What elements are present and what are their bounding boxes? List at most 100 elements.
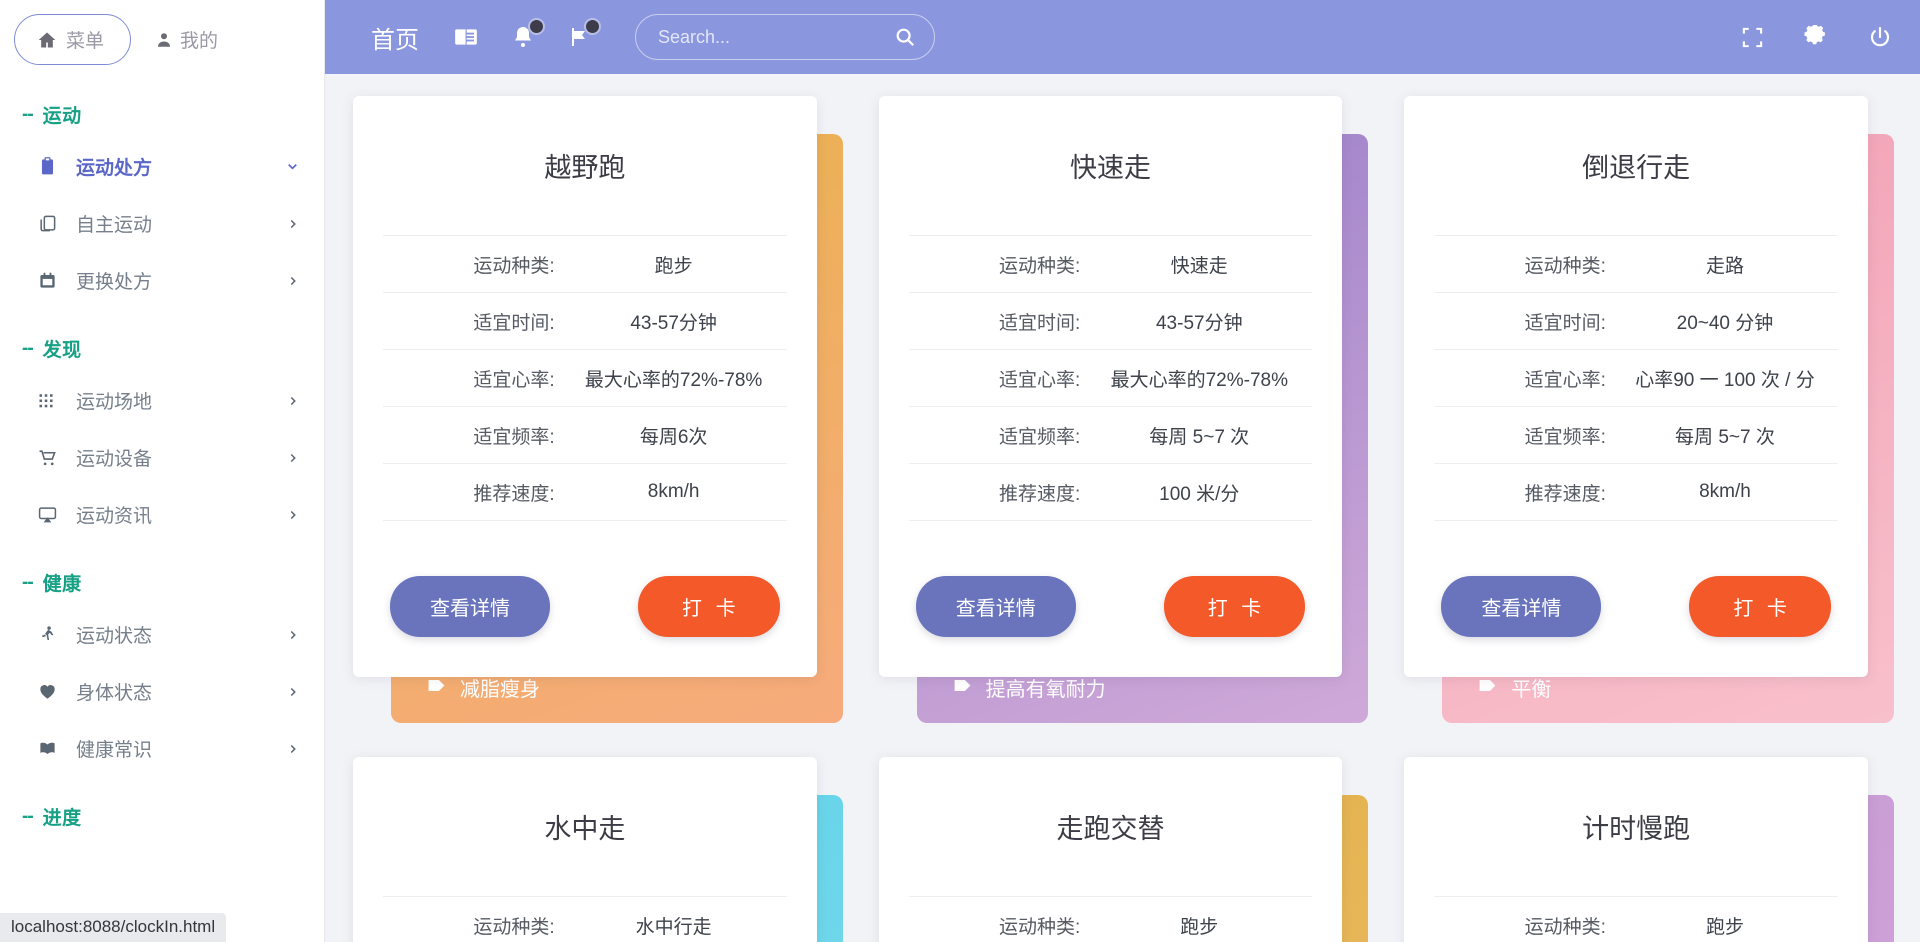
card-wrapper: 水中走 运动种类: 水中行走 bbox=[353, 757, 843, 942]
search-icon[interactable] bbox=[894, 26, 916, 48]
sidebar-item-label: 运动处方 bbox=[76, 153, 285, 180]
row-value: 每周6次 bbox=[561, 422, 787, 449]
card-actions: 查看详情 打 卡 bbox=[383, 521, 787, 677]
prescription-card[interactable]: 走跑交替 运动种类: 跑步 bbox=[879, 757, 1343, 942]
row-value: 20~40 分钟 bbox=[1612, 308, 1838, 335]
card-wrapper: 平衡 倒退行走 运动种类: 走路 适宜时间: 20~40 分钟 bbox=[1404, 96, 1894, 723]
row-value: 快速走 bbox=[1086, 251, 1312, 278]
sidebar-item-更换处方[interactable]: 更换处方 bbox=[0, 252, 324, 309]
sidebar-item-运动处方[interactable]: 运动处方 bbox=[0, 138, 324, 195]
flag-badge bbox=[584, 18, 601, 35]
prescription-card[interactable]: 计时慢跑 运动种类: 跑步 bbox=[1404, 757, 1868, 942]
clock-in-button[interactable]: 打 卡 bbox=[1689, 576, 1831, 637]
sidebar-item-健康常识[interactable]: 健康常识 bbox=[0, 720, 324, 777]
sidebar-item-运动设备[interactable]: 运动设备 bbox=[0, 429, 324, 486]
sidebar-item-label: 自主运动 bbox=[76, 210, 286, 237]
row-value: 43-57分钟 bbox=[561, 308, 787, 335]
sidebar: 菜单 我的 -- 运动 运动处方 bbox=[0, 0, 325, 942]
card-tag-label: 提高有氧耐力 bbox=[986, 673, 1106, 702]
row-label: 推荐速度: bbox=[909, 479, 1087, 506]
sidebar-item-运动资讯[interactable]: 运动资讯 bbox=[0, 486, 324, 543]
sidebar-header: 菜单 我的 bbox=[0, 0, 324, 75]
sidebar-item-label: 身体状态 bbox=[76, 678, 286, 705]
flag-icon[interactable] bbox=[567, 25, 591, 49]
card-title: 越野跑 bbox=[383, 124, 787, 235]
chevron-right-icon bbox=[286, 508, 300, 522]
card-rows: 运动种类: 跑步 适宜时间: 43-57分钟 适宜心率: 最大心率的72%-78… bbox=[383, 235, 787, 521]
panel-icon[interactable] bbox=[453, 24, 479, 50]
power-icon[interactable] bbox=[1868, 25, 1892, 49]
view-detail-button[interactable]: 查看详情 bbox=[916, 576, 1076, 637]
card-tag: 减脂瘦身 bbox=[427, 673, 540, 702]
row-value: 跑步 bbox=[1086, 912, 1312, 939]
card-rows: 运动种类: 走路 适宜时间: 20~40 分钟 适宜心率: 心率90 一 100… bbox=[1434, 235, 1838, 521]
gear-icon[interactable] bbox=[1804, 25, 1828, 49]
row-label: 推荐速度: bbox=[1434, 479, 1612, 506]
prescription-card[interactable]: 快速走 运动种类: 快速走 适宜时间: 43-57分钟 适宜心率: 最大心率的7 bbox=[879, 96, 1343, 677]
card-title: 走跑交替 bbox=[909, 785, 1313, 896]
card-row-heart-rate: 适宜心率: 心率90 一 100 次 / 分 bbox=[1434, 350, 1838, 407]
view-detail-button[interactable]: 查看详情 bbox=[1441, 576, 1601, 637]
app-root: 菜单 我的 -- 运动 运动处方 bbox=[0, 0, 1920, 942]
card-tag-label: 平衡 bbox=[1511, 673, 1551, 702]
sidebar-item-运动状态[interactable]: 运动状态 bbox=[0, 606, 324, 663]
search-box[interactable] bbox=[635, 14, 935, 60]
row-label: 适宜心率: bbox=[383, 365, 561, 392]
sidebar-group-title-progress: -- 进度 bbox=[0, 777, 324, 840]
clock-in-button[interactable]: 打 卡 bbox=[1164, 576, 1306, 637]
card-wrapper: 计时慢跑 运动种类: 跑步 bbox=[1404, 757, 1894, 942]
row-label: 运动种类: bbox=[909, 912, 1087, 939]
sidebar-item-label: 运动资讯 bbox=[76, 501, 286, 528]
bell-icon[interactable] bbox=[511, 25, 535, 49]
row-value: 8km/h bbox=[561, 481, 787, 503]
sidebar-item-身体状态[interactable]: 身体状态 bbox=[0, 663, 324, 720]
card-row-duration: 适宜时间: 43-57分钟 bbox=[383, 293, 787, 350]
search-input[interactable] bbox=[658, 27, 894, 48]
prescription-card[interactable]: 越野跑 运动种类: 跑步 适宜时间: 43-57分钟 适宜心率: 最大心率的72 bbox=[353, 96, 817, 677]
row-value: 心率90 一 100 次 / 分 bbox=[1612, 365, 1838, 392]
card-row-heart-rate: 适宜心率: 最大心率的72%-78% bbox=[383, 350, 787, 407]
mine-button-label: 我的 bbox=[180, 26, 218, 53]
card-row-duration: 适宜时间: 43-57分钟 bbox=[909, 293, 1313, 350]
tag-icon bbox=[953, 676, 972, 699]
user-icon bbox=[155, 31, 173, 49]
tab-home[interactable]: 首页 bbox=[351, 20, 437, 55]
sidebar-group-title-health: -- 健康 bbox=[0, 543, 324, 606]
row-label: 适宜时间: bbox=[1434, 308, 1612, 335]
row-value: 8km/h bbox=[1612, 481, 1838, 503]
tag-icon bbox=[1478, 676, 1497, 699]
dash-marker: -- bbox=[22, 806, 33, 828]
sidebar-item-自主运动[interactable]: 自主运动 bbox=[0, 195, 324, 252]
clock-in-button[interactable]: 打 卡 bbox=[638, 576, 780, 637]
row-label: 适宜频率: bbox=[1434, 422, 1612, 449]
card-rows: 运动种类: 跑步 bbox=[1434, 896, 1838, 942]
card-wrapper: 提高有氧耐力 快速走 运动种类: 快速走 适宜时间: 43-57分钟 bbox=[879, 96, 1369, 723]
group-label: 进度 bbox=[43, 803, 82, 830]
calendar-icon bbox=[38, 271, 64, 290]
prescription-card[interactable]: 水中走 运动种类: 水中行走 bbox=[353, 757, 817, 942]
chevron-right-icon bbox=[286, 628, 300, 642]
view-detail-button[interactable]: 查看详情 bbox=[390, 576, 550, 637]
row-value: 水中行走 bbox=[561, 912, 787, 939]
card-title: 倒退行走 bbox=[1434, 124, 1838, 235]
sidebar-item-运动场地[interactable]: 运动场地 bbox=[0, 372, 324, 429]
fullscreen-icon[interactable] bbox=[1741, 26, 1764, 49]
row-label: 适宜频率: bbox=[383, 422, 561, 449]
book-open-icon bbox=[38, 739, 64, 758]
row-value: 43-57分钟 bbox=[1086, 308, 1312, 335]
menu-button[interactable]: 菜单 bbox=[14, 14, 131, 65]
card-rows: 运动种类: 水中行走 bbox=[383, 896, 787, 942]
grid-icon bbox=[38, 392, 64, 410]
sidebar-group-title-sports: -- 运动 bbox=[0, 75, 324, 138]
group-label: 健康 bbox=[43, 569, 82, 596]
row-label: 适宜心率: bbox=[909, 365, 1087, 392]
prescription-card[interactable]: 倒退行走 运动种类: 走路 适宜时间: 20~40 分钟 适宜心率: 心率90 bbox=[1404, 96, 1868, 677]
mine-button[interactable]: 我的 bbox=[149, 18, 224, 61]
row-label: 适宜时间: bbox=[383, 308, 561, 335]
card-row-type: 运动种类: 跑步 bbox=[909, 897, 1313, 942]
running-icon bbox=[38, 625, 64, 644]
card-row-speed: 推荐速度: 100 米/分 bbox=[909, 464, 1313, 521]
row-value: 每周 5~7 次 bbox=[1612, 422, 1838, 449]
card-title: 计时慢跑 bbox=[1434, 785, 1838, 896]
chevron-right-icon bbox=[286, 217, 300, 231]
